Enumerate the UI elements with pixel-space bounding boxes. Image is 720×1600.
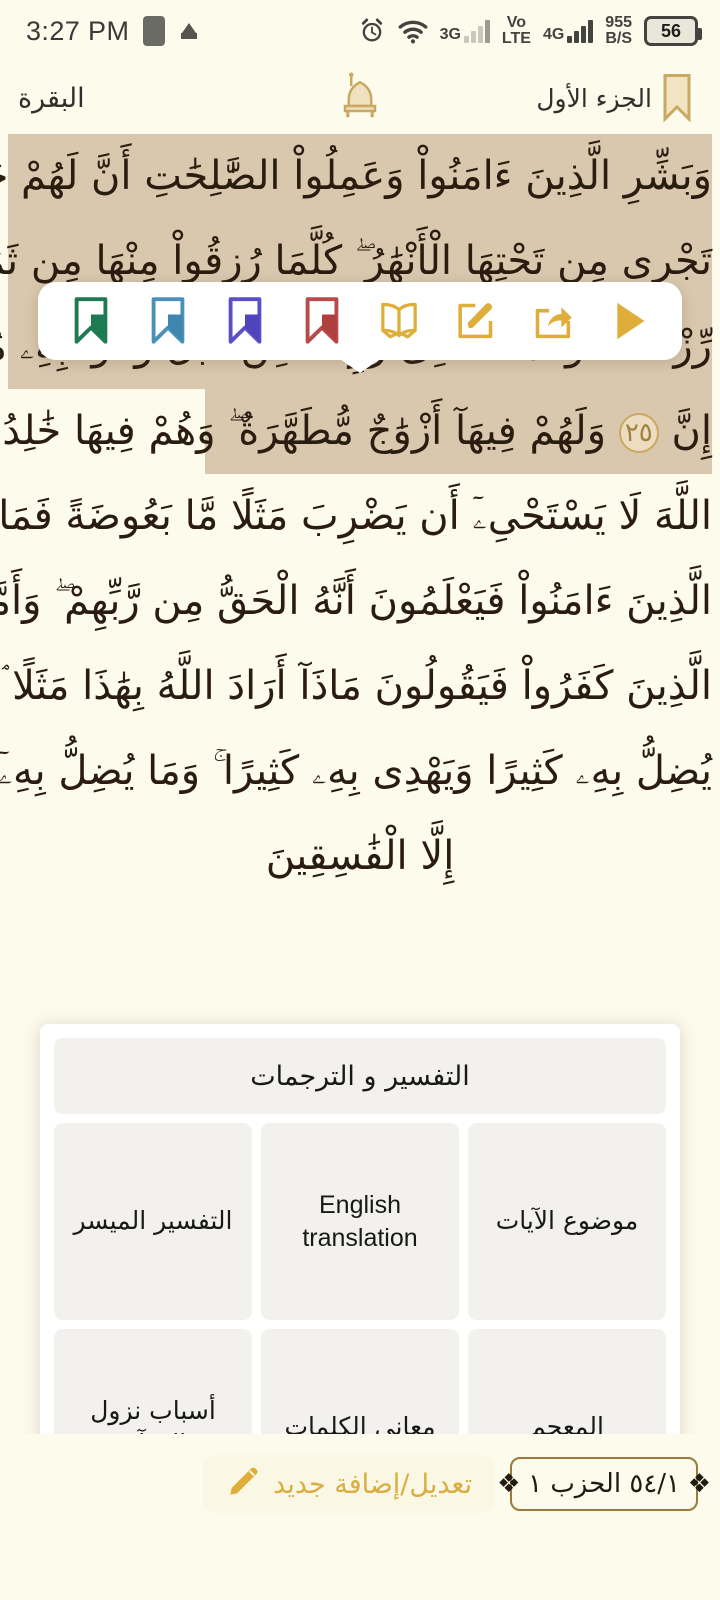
signal-bars-strong — [567, 19, 594, 43]
status-bar: 3:27 PM 3G Vo LTE 4G 955 B/S 56 — [0, 0, 720, 62]
toolbar-pointer — [340, 359, 380, 373]
volte-label: Vo LTE — [501, 14, 531, 47]
ayah-number-marker[interactable]: ٢٥ — [618, 413, 659, 453]
edit-add-new-label: تعديل/إضافة جديد — [273, 1468, 473, 1500]
share-icon[interactable] — [525, 293, 581, 349]
battery-percent: 56 — [660, 20, 682, 41]
quran-line[interactable]: الَّذِينَ ءَامَنُواْ فَيَعْلَمُونَ أَنَّ… — [0, 559, 713, 644]
tafsir-option-label: English translation — [302, 1191, 418, 1252]
alarm-icon — [358, 17, 386, 45]
panel-title: التفسير و الترجمات — [54, 1038, 666, 1114]
quran-line[interactable]: الَّذِينَ كَفَرُواْ فَيَقُولُونَ مَاذَآ … — [2, 644, 713, 729]
network-3g-indicator: 3G — [440, 19, 490, 43]
wifi-icon — [398, 18, 428, 44]
net-3g-label: 3G — [439, 26, 461, 43]
sim-card-icon — [143, 16, 166, 46]
data-speed-indicator: 955 B/S — [605, 14, 632, 47]
status-time: 3:27 PM — [26, 15, 130, 46]
status-bar-left: 3:27 PM — [26, 16, 199, 47]
tafsir-option-mawdoo-alayat[interactable]: موضوع الآيات — [468, 1123, 666, 1320]
tafsir-option-english-translation[interactable]: English translation — [261, 1123, 459, 1320]
hizb-page-indicator[interactable]: ❖ ٥٤/١ الحزب ١ ❖ — [497, 1457, 711, 1511]
app-notification-icon — [179, 21, 199, 41]
mosque-icon[interactable] — [337, 71, 383, 125]
quran-line[interactable]: اللَّهَ لَا يَسْتَحْىِۦٓ أَن يَضْرِبَ مَ… — [0, 474, 713, 559]
tafsir-option-al-muyassar[interactable]: التفسير الميسر — [54, 1123, 252, 1320]
bookmark-purple-button[interactable] — [217, 293, 273, 349]
quran-line-text: وَلَهُمْ فِيهَآ أَزْوَٰجٌ مُّطَهَّرَةٌ ۖ… — [0, 408, 607, 454]
quran-line[interactable]: وَبَشِّرِ الَّذِينَ ءَامَنُواْ وَعَمِلُو… — [0, 134, 713, 219]
open-book-icon[interactable] — [371, 293, 427, 349]
bottom-bar: ❖ ٥٤/١ الحزب ١ ❖ تعديل/إضافة جديد — [0, 1434, 720, 1534]
bookmark-icon[interactable] — [662, 74, 692, 122]
net-4g-label: 4G — [542, 26, 565, 43]
battery-indicator: 56 — [644, 16, 702, 46]
juz-label: الجزء الأول — [536, 83, 652, 113]
tafsir-option-label: موضوع الآيات — [495, 1206, 639, 1236]
status-bar-right: 3G Vo LTE 4G 955 B/S 56 — [358, 14, 702, 47]
edit-add-new-button[interactable]: تعديل/إضافة جديد — [203, 1455, 495, 1513]
app-header: الجزء الأول البقرة — [0, 62, 720, 134]
tafsir-option-label: التفسير الميسر — [73, 1206, 233, 1236]
quran-text-block: وَبَشِّرِ الَّذِينَ ءَامَنُواْ وَعَمِلُو… — [0, 134, 720, 899]
bookmark-green-button[interactable] — [63, 293, 119, 349]
ornament-right-icon: ❖ — [687, 1469, 711, 1499]
pencil-icon — [225, 1464, 261, 1504]
quran-line[interactable]: يُضِلُّ بِهِۦ كَثِيرًا وَيَهْدِى بِهِۦ ك… — [0, 729, 713, 814]
hizb-label: ٥٤/١ الحزب ١ — [528, 1469, 680, 1499]
juz-indicator[interactable]: الجزء الأول — [536, 74, 692, 122]
surah-name[interactable]: البقرة — [18, 83, 85, 114]
ornament-left-icon: ❖ — [497, 1469, 521, 1499]
panel-title-label: التفسير و الترجمات — [250, 1060, 470, 1092]
pencil-square-icon[interactable] — [448, 293, 504, 349]
quran-line[interactable]: إِلَّا الْفَٰسِقِينَ — [8, 814, 712, 899]
quran-line-with-ayah-marker[interactable]: إِنَّ ٢٥ وَلَهُمْ فِيهَآ أَزْوَٰجٌ مُّطَ… — [0, 389, 713, 474]
quran-line-trailing: إِنَّ — [671, 408, 713, 454]
quran-page: وَبَشِّرِ الَّذِينَ ءَامَنُواْ وَعَمِلُو… — [0, 134, 720, 1534]
play-icon[interactable] — [602, 293, 658, 349]
ayah-action-toolbar — [38, 282, 682, 373]
signal-bars-weak — [463, 19, 490, 43]
network-4g-indicator: 4G — [542, 19, 594, 43]
bookmark-red-button[interactable] — [294, 293, 350, 349]
bookmark-blue-button[interactable] — [140, 293, 196, 349]
